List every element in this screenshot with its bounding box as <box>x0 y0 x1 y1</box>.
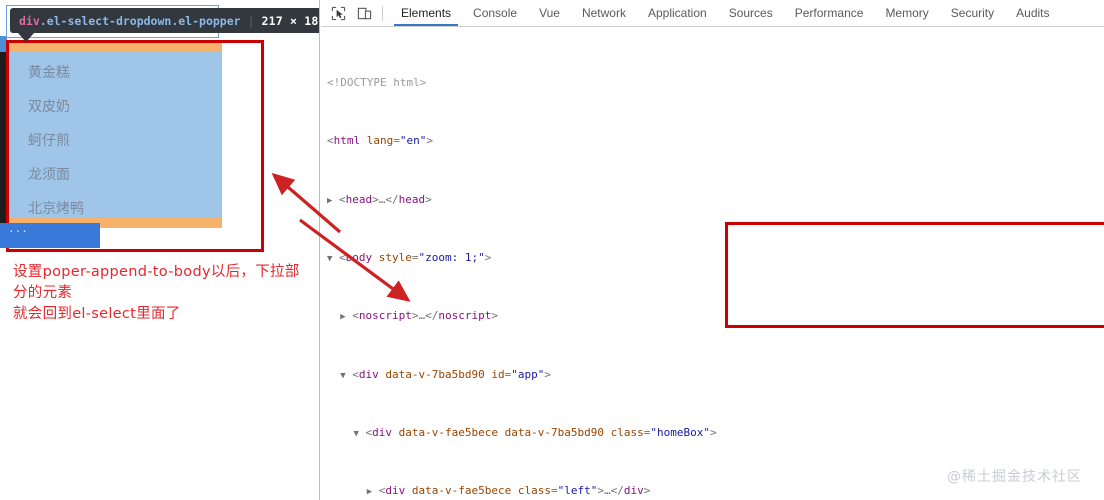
tab-network[interactable]: Network <box>571 0 637 26</box>
dom-selection-gutter: ... <box>0 223 100 248</box>
dom-selection-gutter-dots: ... <box>8 222 28 235</box>
tab-sources[interactable]: Sources <box>718 0 784 26</box>
tooltip-separator: | <box>247 13 255 28</box>
tab-console[interactable]: Console <box>462 0 528 26</box>
inspector-tooltip: div .el-select-dropdown.el-popper | 217 ×… <box>10 8 320 33</box>
dom-tree[interactable]: <!DOCTYPE html> <html lang="en"> ▶ <head… <box>321 27 1104 500</box>
devtools-panel: Elements Console Vue Network Application… <box>321 0 1104 500</box>
dom-node[interactable]: ▶ <noscript>…</noscript> <box>321 309 1104 324</box>
screenshot-root: 黄金糕 双皮奶 蚵仔煎 龙须面 北京烤鸭 div .el-select-dropd… <box>0 0 1104 500</box>
viewport-edge-highlight <box>0 36 7 52</box>
list-item[interactable]: 北京烤鸭 <box>8 192 222 226</box>
device-toolbar-icon[interactable] <box>351 2 377 25</box>
tooltip-dimensions: 217 × 184 <box>261 13 320 28</box>
dom-node[interactable]: ▼ <div data-v-fae5bece data-v-7ba5bd90 c… <box>321 426 1104 441</box>
tooltip-tag-name: div <box>19 13 40 28</box>
tooltip-class-names: .el-select-dropdown.el-popper <box>39 13 241 28</box>
list-item[interactable]: 双皮奶 <box>8 90 222 124</box>
list-item[interactable]: 蚵仔煎 <box>8 124 222 158</box>
tab-vue[interactable]: Vue <box>528 0 571 26</box>
tab-elements[interactable]: Elements <box>390 0 462 26</box>
toolbar-divider <box>382 5 383 21</box>
tab-application[interactable]: Application <box>637 0 718 26</box>
annotation-caption-line2: 就会回到el-select里面了 <box>13 306 181 322</box>
tab-memory[interactable]: Memory <box>874 0 939 26</box>
dom-node[interactable]: <!DOCTYPE html> <box>321 76 1104 91</box>
el-select-dropdown[interactable]: 黄金糕 双皮奶 蚵仔煎 龙须面 北京烤鸭 <box>8 52 222 218</box>
dom-node[interactable]: ▶ <head>…</head> <box>321 193 1104 208</box>
dom-node[interactable]: ▼ <body style="zoom: 1;"> <box>321 251 1104 266</box>
annotation-caption: 设置poper-append-to-body以后，下拉部分的元素 就会回到el-… <box>13 262 313 325</box>
dom-node[interactable]: ▼ <div data-v-7ba5bd90 id="app"> <box>321 368 1104 383</box>
devtools-tabs: Elements Console Vue Network Application… <box>390 0 1061 26</box>
tab-performance[interactable]: Performance <box>784 0 875 26</box>
inspect-cursor-icon[interactable] <box>325 2 351 25</box>
list-item[interactable]: 龙须面 <box>8 158 222 192</box>
page-viewport: 黄金糕 双皮奶 蚵仔煎 龙须面 北京烤鸭 div .el-select-dropd… <box>0 0 320 500</box>
annotation-caption-line1: 设置poper-append-to-body以后，下拉部分的元素 <box>13 264 300 301</box>
tooltip-pointer <box>18 33 34 42</box>
list-item[interactable]: 黄金糕 <box>8 56 222 90</box>
watermark: @稀土掘金技术社区 <box>947 469 1082 485</box>
devtools-toolbar: Elements Console Vue Network Application… <box>321 0 1104 27</box>
tab-audits[interactable]: Audits <box>1005 0 1060 26</box>
dom-node[interactable]: ▶ <div data-v-fae5bece class="left">…</d… <box>321 484 1104 499</box>
tab-security[interactable]: Security <box>940 0 1005 26</box>
dom-node[interactable]: <html lang="en"> <box>321 134 1104 149</box>
viewport-left-gutter <box>0 52 8 244</box>
